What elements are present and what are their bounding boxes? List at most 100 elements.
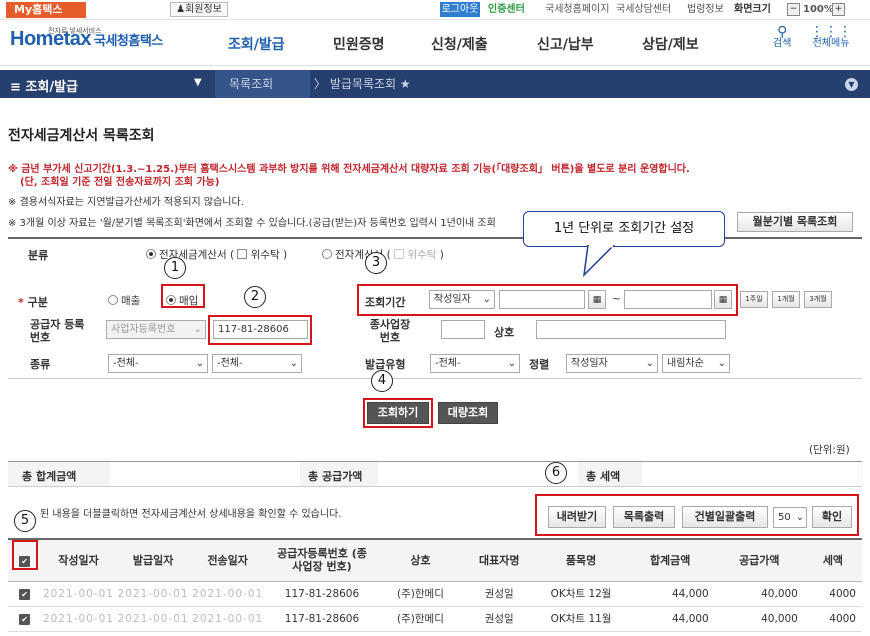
logo-tagline: 전자로 넣세서비스	[48, 28, 102, 35]
trust-checkbox[interactable]	[237, 249, 248, 259]
ceo-cell: 권성일	[461, 606, 537, 632]
grid-icon: ⋮⋮⋮	[810, 24, 852, 40]
all-menu-button[interactable]: ⋮⋮⋮ 전체메뉴	[810, 24, 852, 50]
monthly-list-button[interactable]: 월분기별 목록조회	[737, 212, 853, 232]
logout-button[interactable]: 로그아웃	[440, 2, 480, 17]
logo-subtitle: 국세청홈택스	[93, 33, 163, 48]
zoom-in-button[interactable]: +	[832, 3, 845, 16]
chevron-down-icon: ⌄	[717, 358, 726, 369]
col-company[interactable]: 상호	[378, 538, 462, 582]
top-bar: My홈택스 ♟회원정보 로그아웃 인증센터 국세청홈페이지 국세상담센터 법령정…	[0, 0, 870, 20]
notice-bulk-inquiry-note: (단, 조회일 기준 전일 전송자료까지 조회 가능)	[20, 177, 220, 188]
quick-1week-button[interactable]: 1주일	[740, 291, 768, 308]
total-amount-value	[110, 462, 300, 486]
chevron-down-icon: ⌄	[193, 324, 202, 335]
search-icon: ⚲	[777, 24, 788, 40]
breadcrumb-issue-list[interactable]: 〉 발급목록조회 ★	[312, 70, 411, 98]
person-icon: ♟	[176, 4, 186, 15]
sort-field-select[interactable]: 작성일자 ⌄	[566, 354, 658, 373]
row-checkbox[interactable]: ✔	[19, 613, 31, 625]
breadcrumb-list-inquiry[interactable]: 목록조회	[215, 70, 310, 98]
company-input[interactable]	[536, 320, 726, 339]
col-tax[interactable]: 세액	[803, 538, 862, 582]
highlight-select-all	[12, 540, 38, 570]
trust-checkbox-disabled	[394, 249, 405, 259]
nav-report-payment[interactable]: 신고/납부	[537, 34, 594, 54]
sort-order-select[interactable]: 내림차순 ⌄	[662, 354, 730, 373]
double-click-hint: 된 내용을 더블클릭하면 전자세금계산서 상세내용을 확인할 수 있습니다.	[40, 509, 342, 520]
row-checkbox[interactable]: ✔	[19, 588, 31, 600]
tax-consult-link[interactable]: 국세상담센터	[616, 3, 671, 17]
type-sale-radio[interactable]: 매출	[108, 293, 140, 308]
chevron-down-icon: ⌄	[289, 358, 298, 369]
tax-cell: 4000	[803, 581, 862, 607]
item-cell: OK차트 12월	[536, 581, 626, 607]
branch-number-input[interactable]	[441, 320, 485, 339]
nav-inquiry-issue[interactable]: 조회/발급	[228, 34, 285, 54]
highlight-supplier-number	[208, 315, 312, 345]
col-total[interactable]: 합계금액	[625, 538, 715, 582]
col-issue-date[interactable]: 발급일자	[115, 538, 191, 582]
page-title: 전자세금계산서 목록조회	[8, 128, 155, 144]
supplier-type-value: 사업자등록번호	[111, 324, 176, 335]
unit-label: (단위:원)	[809, 444, 850, 456]
search-label: 검색	[773, 38, 792, 49]
col-ceo[interactable]: 대표자명	[461, 538, 537, 582]
my-hometax-link[interactable]: My홈택스	[6, 2, 86, 18]
all-menu-label: 전체메뉴	[812, 38, 850, 49]
issue-date-cell: 2021-00-01	[115, 581, 191, 607]
chevron-down-icon[interactable]: ▼	[194, 77, 202, 88]
supplier-label: 공급자 등록번호	[30, 318, 85, 344]
category-label: 분류	[28, 249, 49, 262]
item-cell: OK차트 11월	[536, 606, 626, 632]
row-checkbox-cell[interactable]: ✔	[8, 606, 42, 632]
kind-select-1[interactable]: -전체- ⌄	[108, 354, 208, 373]
sub-navigation: ≡ 조회/발급 ▼ 목록조회 〉 발급목록조회 ★ ▼	[0, 70, 870, 98]
table-row[interactable]: ✔ 2021-00-01 2021-00-01 2021-00-01 117-8…	[8, 606, 862, 632]
supplier-type-select: 사업자등록번호 ⌄	[106, 320, 206, 339]
col-item[interactable]: 품목명	[536, 538, 626, 582]
highlight-purchase	[161, 284, 205, 308]
marker-6: 6	[545, 462, 567, 484]
kind-select-2[interactable]: -전체- ⌄	[212, 354, 302, 373]
member-info-button[interactable]: ♟회원정보	[170, 2, 228, 17]
hometax-logo[interactable]: 전자로 넣세서비스 Hometax 국세청홈택스	[10, 28, 163, 51]
sort-field-value: 작성일자	[571, 358, 608, 369]
expand-icon[interactable]: ▼	[845, 78, 858, 91]
total-tax-label: 총 세액	[586, 470, 621, 483]
star-icon[interactable]: ★	[400, 77, 411, 91]
total-tax-value	[642, 462, 861, 486]
supplier-number-cell: 117-81-28606	[264, 606, 379, 632]
bulk-inquiry-button[interactable]: 대량조회	[438, 402, 498, 424]
col-supply[interactable]: 공급가액	[714, 538, 804, 582]
issue-type-select[interactable]: -전체- ⌄	[430, 354, 520, 373]
row-checkbox-cell[interactable]: ✔	[8, 581, 42, 607]
nav-civil-certificate[interactable]: 민원증명	[333, 34, 385, 54]
section-menu[interactable]: ≡ 조회/발급	[10, 76, 78, 95]
trust-label: 위수탁	[250, 249, 280, 261]
highlight-period	[357, 284, 738, 316]
search-button[interactable]: ⚲ 검색	[773, 24, 792, 50]
send-date-cell: 2021-00-01	[190, 581, 265, 607]
table-row[interactable]: ✔ 2021-00-01 2021-00-01 2021-00-01 117-8…	[8, 581, 862, 607]
nts-homepage-link[interactable]: 국세청홈페이지	[545, 3, 609, 17]
highlight-list-buttons	[535, 494, 859, 536]
quick-3month-button[interactable]: 3개월	[804, 291, 832, 308]
highlight-search-button	[363, 398, 433, 428]
summary-bar: 총 합계금액 총 공급가액 총 세액	[8, 461, 862, 487]
nav-application-submit[interactable]: 신청/제출	[431, 34, 488, 54]
total-supply-label: 총 공급가액	[308, 470, 363, 483]
nav-consult-report[interactable]: 상담/제보	[642, 34, 699, 54]
quick-1month-button[interactable]: 1개월	[772, 291, 800, 308]
supply-cell: 40,000	[714, 581, 804, 607]
law-info-link[interactable]: 법령정보	[687, 3, 724, 17]
col-send-date[interactable]: 전송일자	[190, 538, 265, 582]
cert-center-link[interactable]: 인증센터	[488, 3, 525, 17]
breadcrumb-issue-list-label: 발급목록조회	[329, 77, 397, 91]
col-supplier-number[interactable]: 공급자등록번호 (종사업장 번호)	[264, 538, 379, 582]
col-write-date[interactable]: 작성일자	[41, 538, 116, 582]
company-cell: (주)한메디	[378, 606, 462, 632]
supply-cell: 40,000	[714, 606, 804, 632]
zoom-out-button[interactable]: −	[787, 3, 800, 16]
notice-bulk-inquiry: ※ 금년 부가세 신고기간(1.3.~1.25.)부터 홈택스시스템 과부하 방…	[8, 164, 690, 175]
